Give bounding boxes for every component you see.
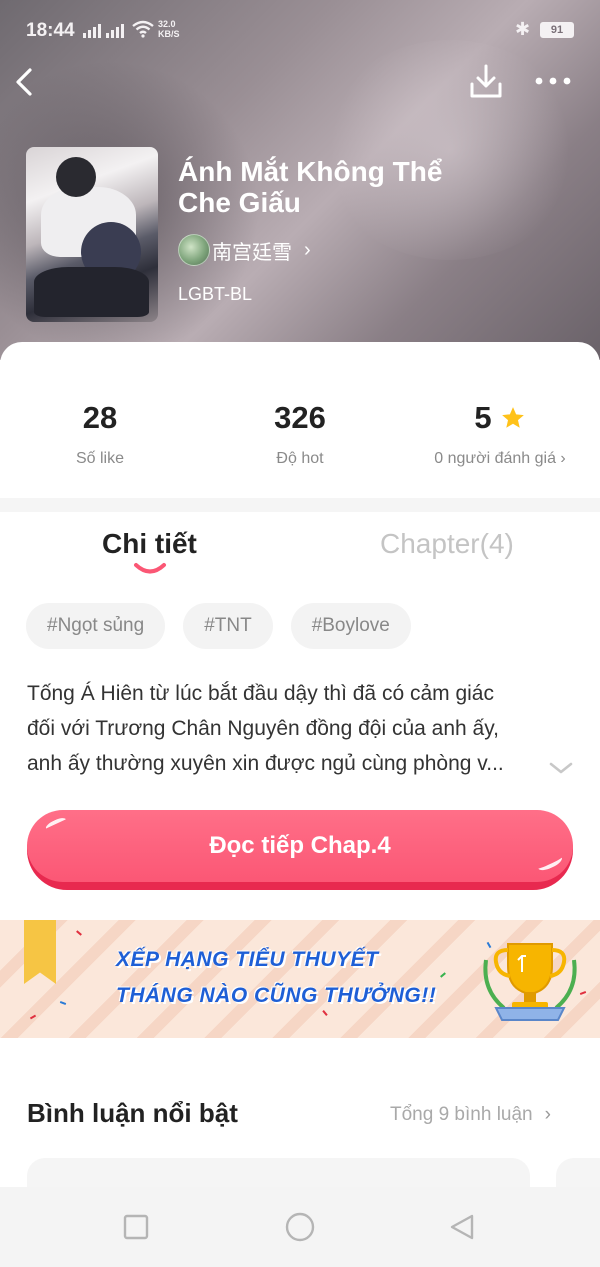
continue-reading-button[interactable]: Đọc tiếp Chap.4 <box>27 810 573 890</box>
recent-apps-square-icon[interactable] <box>122 1213 150 1241</box>
tab-active-indicator <box>134 563 166 574</box>
tag-chip[interactable]: #Boylove <box>290 603 411 649</box>
banner-headline: XẾP HẠNG TIỂU THUYẾT <box>116 948 379 971</box>
author-avatar <box>178 234 210 266</box>
stat-rating-value: 5 <box>474 400 492 435</box>
tag-chip[interactable]: #Ngọt sủng <box>26 603 166 649</box>
wifi-icon <box>132 20 154 38</box>
book-title: Ánh Mắt Không Thể Che Giấu <box>178 156 443 218</box>
section-divider <box>0 498 600 512</box>
status-bar: 18:44 32.0 KB/S ✱ 91 <box>0 0 600 60</box>
network-speed-value: 32.0 <box>158 19 176 29</box>
chevron-right-icon: › <box>560 450 566 467</box>
tag-list: #Ngọt sủng #TNT #Boylove <box>26 603 411 649</box>
bookmark-ribbon-icon <box>24 920 56 984</box>
more-options-button[interactable] <box>530 66 576 96</box>
continue-reading-label: Đọc tiếp Chap.4 <box>209 832 391 859</box>
status-time: 18:44 <box>26 20 75 41</box>
stat-likes: 28 Số like <box>0 400 200 467</box>
stat-likes-value: 28 <box>82 400 118 435</box>
author-name: 南宫廷雪 <box>212 241 292 264</box>
tab-bar: Chi tiết Chapter(4) <box>0 512 600 592</box>
stat-rating[interactable]: 5 0 người đánh giá › <box>400 400 600 467</box>
system-navigation-bar <box>0 1187 600 1267</box>
description-line: đối với Trương Chân Nguyên đồng đội của … <box>27 717 499 740</box>
ranking-banner[interactable]: XẾP HẠNG TIỂU THUYẾT THÁNG NÀO CŨNG THƯỞ… <box>0 920 600 1038</box>
description-line: anh ấy thường xuyên xin được ngủ cùng ph… <box>27 752 504 775</box>
stat-rating-label: 0 người đánh giá › <box>400 450 600 468</box>
trophy-icon <box>483 943 577 1021</box>
network-speed: 32.0 KB/S <box>158 19 180 39</box>
author-link[interactable]: 南宫廷雪 › <box>178 234 311 266</box>
book-cover[interactable] <box>26 147 158 322</box>
comments-section-title: Bình luận nổi bật <box>27 1098 238 1128</box>
stat-hot-value: 326 <box>274 400 326 435</box>
description-line: Tống Á Hiên từ lúc bắt đầu dậy thì đã có… <box>27 682 494 705</box>
book-description: Tống Á Hiên từ lúc bắt đầu dậy thì đã có… <box>27 676 552 781</box>
chevron-right-icon: › <box>304 238 311 261</box>
cell-signal-icon-2 <box>106 22 124 38</box>
stat-rating-count: 0 người đánh giá <box>434 450 556 467</box>
home-circle-icon[interactable] <box>284 1211 316 1243</box>
back-triangle-icon[interactable] <box>448 1213 476 1241</box>
star-icon <box>501 407 524 428</box>
tag-chip[interactable]: #TNT <box>183 603 273 649</box>
banner-subline: THÁNG NÀO CŨNG THƯỞNG!! <box>116 984 437 1007</box>
battery-indicator: 91 <box>540 22 574 38</box>
comments-count: Tổng 9 bình luận <box>390 1104 533 1125</box>
network-speed-unit: KB/S <box>158 29 180 39</box>
tab-details[interactable]: Chi tiết <box>102 528 197 560</box>
cell-signal-icon <box>83 22 101 38</box>
stats-panel: 28 Số like 326 Độ hot 5 0 người đánh giá… <box>0 342 600 502</box>
download-button[interactable] <box>466 62 506 102</box>
book-genre: LGBT-BL <box>178 284 253 304</box>
stat-hot-label: Độ hot <box>276 450 324 467</box>
stat-hot: 326 Độ hot <box>200 400 400 467</box>
chevron-right-icon: › <box>544 1104 551 1125</box>
stat-likes-label: Số like <box>75 450 125 467</box>
all-comments-link[interactable]: Tổng 9 bình luận › <box>390 1104 551 1126</box>
expand-description-chevron-down-icon[interactable] <box>548 758 574 778</box>
tab-chapters[interactable]: Chapter(4) <box>380 528 514 560</box>
back-button[interactable] <box>10 64 40 100</box>
bluetooth-icon: ✱ <box>515 19 531 39</box>
